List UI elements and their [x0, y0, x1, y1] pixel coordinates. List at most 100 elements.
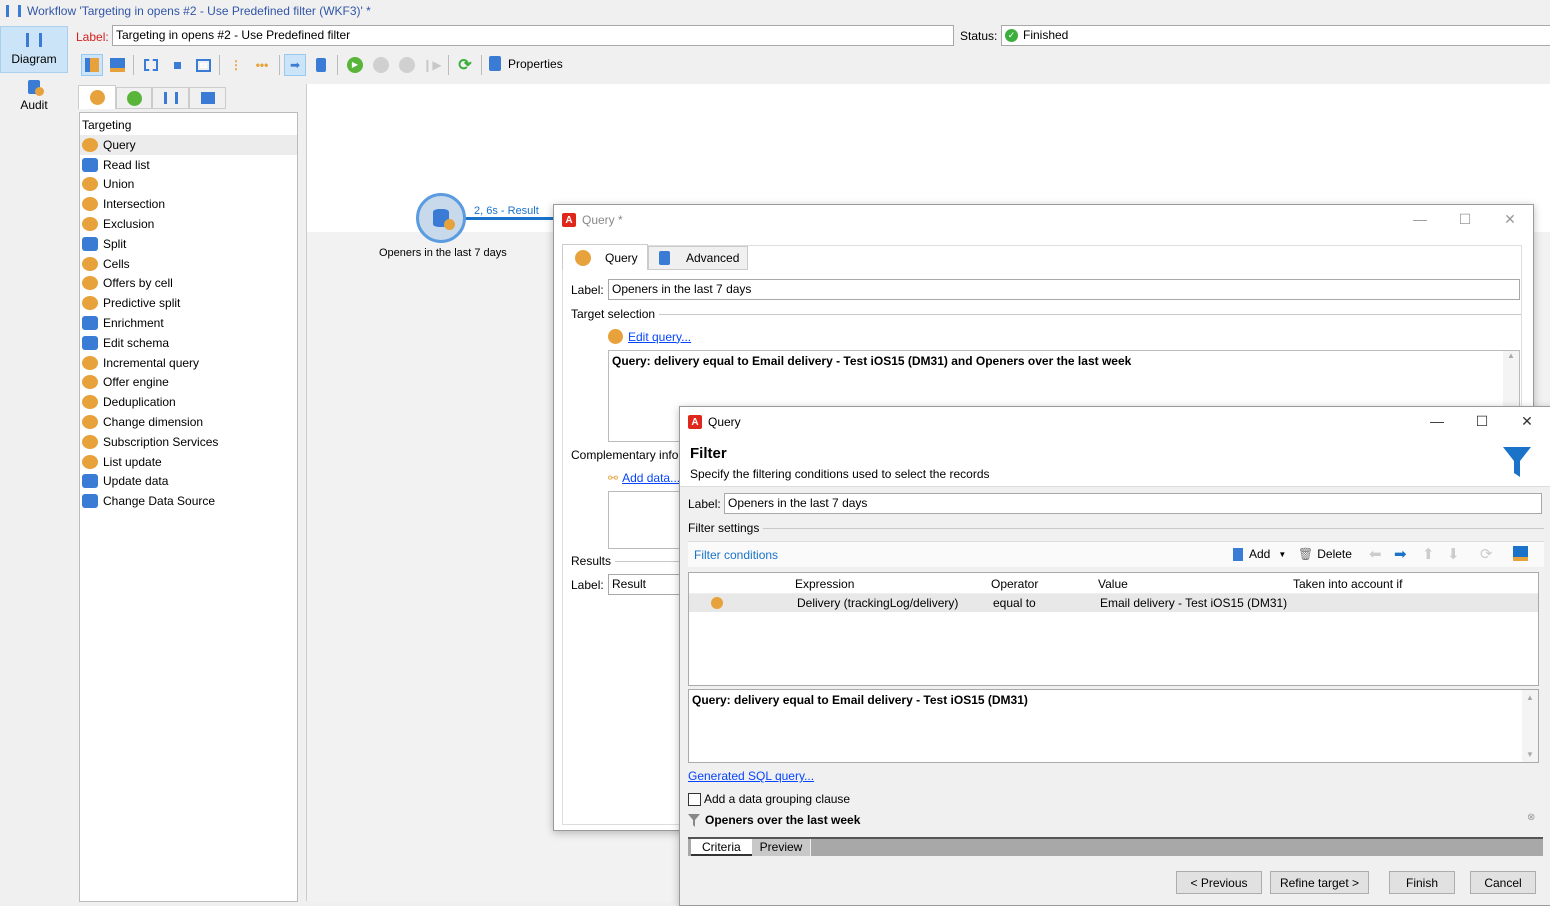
workflow-label-input[interactable]: Targeting in opens #2 - Use Predefined f… [112, 25, 954, 46]
step-button[interactable]: ❙▶ [421, 54, 443, 76]
scrollbar[interactable]: ▲ ▼ [1522, 690, 1538, 762]
filter-conditions-bar: Filter conditions Add ▼ 🗑 Delete ⬅ ➡ ⬆ ⬇ ⟳ [688, 541, 1544, 567]
predefined-filter-row: Openers over the last week [688, 813, 860, 827]
finish-button[interactable]: Finish [1389, 871, 1455, 894]
pause-button[interactable] [370, 54, 392, 76]
activity-icon [82, 316, 98, 331]
vertical-dots-button[interactable]: ⋮ [225, 54, 247, 76]
palette-item[interactable]: Union [80, 175, 297, 195]
generated-sql-link[interactable]: Generated SQL query... [688, 769, 814, 783]
horizontal-dots-button[interactable]: ••• [251, 54, 273, 76]
activity-icon [82, 276, 98, 291]
start-button[interactable]: ▶ [344, 54, 366, 76]
tab-targeting[interactable] [78, 85, 116, 109]
fit-button[interactable] [140, 54, 162, 76]
play-icon: ▶ [347, 57, 363, 73]
maximize-button[interactable]: ☐ [1472, 413, 1492, 431]
query-summary-text: Query: delivery equal to Email delivery … [612, 354, 1132, 368]
palette-item[interactable]: Offer engine [80, 373, 297, 393]
layout-horizontal-button[interactable] [106, 54, 128, 76]
palette-item[interactable]: Incremental query [80, 353, 297, 373]
save-icon[interactable] [1513, 546, 1528, 561]
tab-flow-control[interactable] [116, 87, 152, 109]
palette-item[interactable]: Offers by cell [80, 274, 297, 294]
column-header[interactable]: Expression [795, 577, 854, 591]
column-header[interactable]: Value [1098, 577, 1128, 591]
filter-query-summary: Query: delivery equal to Email delivery … [688, 689, 1539, 763]
palette-item[interactable]: Change Data Source [80, 491, 297, 511]
properties-label: Properties [508, 56, 563, 71]
remove-filter-icon[interactable]: ⊗ [1527, 812, 1535, 823]
nav-diagram[interactable]: Diagram [0, 26, 68, 73]
arrow-right-icon[interactable]: ➡ [1394, 545, 1407, 563]
cancel-button[interactable]: Cancel [1470, 871, 1536, 894]
minimize-button[interactable]: — [1410, 211, 1430, 229]
arrow-left-icon[interactable]: ⬅ [1369, 545, 1382, 563]
properties-button[interactable]: Properties [489, 56, 563, 71]
filter-label-input[interactable]: Openers in the last 7 days [724, 493, 1542, 514]
audit-toolbar-button[interactable] [310, 54, 332, 76]
column-header[interactable]: Taken into account if [1293, 577, 1402, 591]
transition-label[interactable]: 2, 6s - Result [474, 205, 539, 217]
palette-item-label: Edit schema [103, 335, 170, 350]
cell-value: Email delivery - Test iOS15 (DM31) [1100, 596, 1288, 610]
tab-preview[interactable]: Preview [751, 839, 812, 856]
tab-events[interactable] [189, 87, 226, 109]
palette-item[interactable]: Deduplication [80, 392, 297, 412]
query-label-input[interactable]: Openers in the last 7 days [608, 279, 1520, 300]
query-icon [575, 249, 591, 266]
delete-button[interactable]: 🗑 Delete [1298, 547, 1352, 561]
arrow-up-icon[interactable]: ⬆ [1422, 545, 1435, 563]
table-row[interactable]: Delivery (trackingLog/delivery) equal to E… [689, 594, 1538, 612]
query-node[interactable] [416, 193, 466, 243]
palette-item[interactable]: Query [80, 135, 297, 155]
close-button[interactable]: ✕ [1500, 211, 1520, 229]
tab-criteria[interactable]: Criteria [691, 839, 752, 856]
palette-item[interactable]: Exclusion [80, 214, 297, 234]
palette-item[interactable]: Update data [80, 472, 297, 492]
palette-item[interactable]: List update [80, 452, 297, 472]
previous-button[interactable]: < Previous [1176, 871, 1262, 894]
palette-item-label: Read list [103, 157, 150, 172]
column-header[interactable]: Operator [991, 577, 1038, 591]
refresh-button[interactable]: ⟳ [454, 54, 476, 76]
palette-item[interactable]: Subscription Services [80, 432, 297, 452]
palette-item[interactable]: Cells [80, 254, 297, 274]
nav-audit[interactable]: Audit [0, 80, 68, 120]
refresh-icon: ⟳ [458, 57, 472, 74]
refine-target-button[interactable]: Refine target > [1270, 871, 1369, 894]
close-button[interactable]: ✕ [1517, 413, 1537, 431]
transition-button[interactable]: ➡ [284, 54, 306, 76]
edit-query-link[interactable]: Edit query... [628, 330, 691, 344]
status-field: ✓ Finished [1001, 25, 1550, 46]
label-caption: Label: [76, 30, 109, 44]
normal-size-button[interactable] [166, 54, 188, 76]
transition-line[interactable] [465, 217, 555, 220]
activity-icon [82, 415, 98, 430]
palette-item[interactable]: Intersection [80, 194, 297, 214]
palette-item[interactable]: Split [80, 234, 297, 254]
palette-item[interactable]: Read list [80, 155, 297, 175]
tab-advanced[interactable]: Advanced [648, 246, 748, 270]
label-caption: Label: [688, 497, 721, 511]
arrow-down-icon[interactable]: ⬇ [1447, 545, 1460, 563]
palette-item[interactable]: Edit schema [80, 333, 297, 353]
conditions-table: Expression Operator Value Taken into accoun… [688, 572, 1539, 686]
minimize-button[interactable]: — [1427, 413, 1447, 431]
grouping-checkbox-row[interactable]: Add a data grouping clause [688, 792, 850, 806]
maximize-button[interactable]: ☐ [1455, 211, 1475, 229]
stop-button[interactable] [396, 54, 418, 76]
tab-actions[interactable] [152, 87, 189, 109]
zoom-selection-button[interactable] [192, 54, 214, 76]
add-button[interactable]: Add ▼ [1233, 547, 1286, 561]
palette-item[interactable]: Predictive split [80, 293, 297, 313]
palette-item[interactable]: Enrichment [80, 313, 297, 333]
distribution-icon[interactable]: ⟳ [1480, 545, 1493, 563]
grouping-checkbox[interactable] [688, 792, 701, 806]
palette-item[interactable]: Change dimension [80, 412, 297, 432]
layout-vertical-button[interactable] [81, 54, 103, 76]
tab-query[interactable]: Query [562, 244, 648, 270]
grouping-label: Add a data grouping clause [704, 792, 851, 806]
add-data-link[interactable]: Add data... [622, 471, 680, 485]
palette-item-label: Intersection [103, 197, 166, 212]
